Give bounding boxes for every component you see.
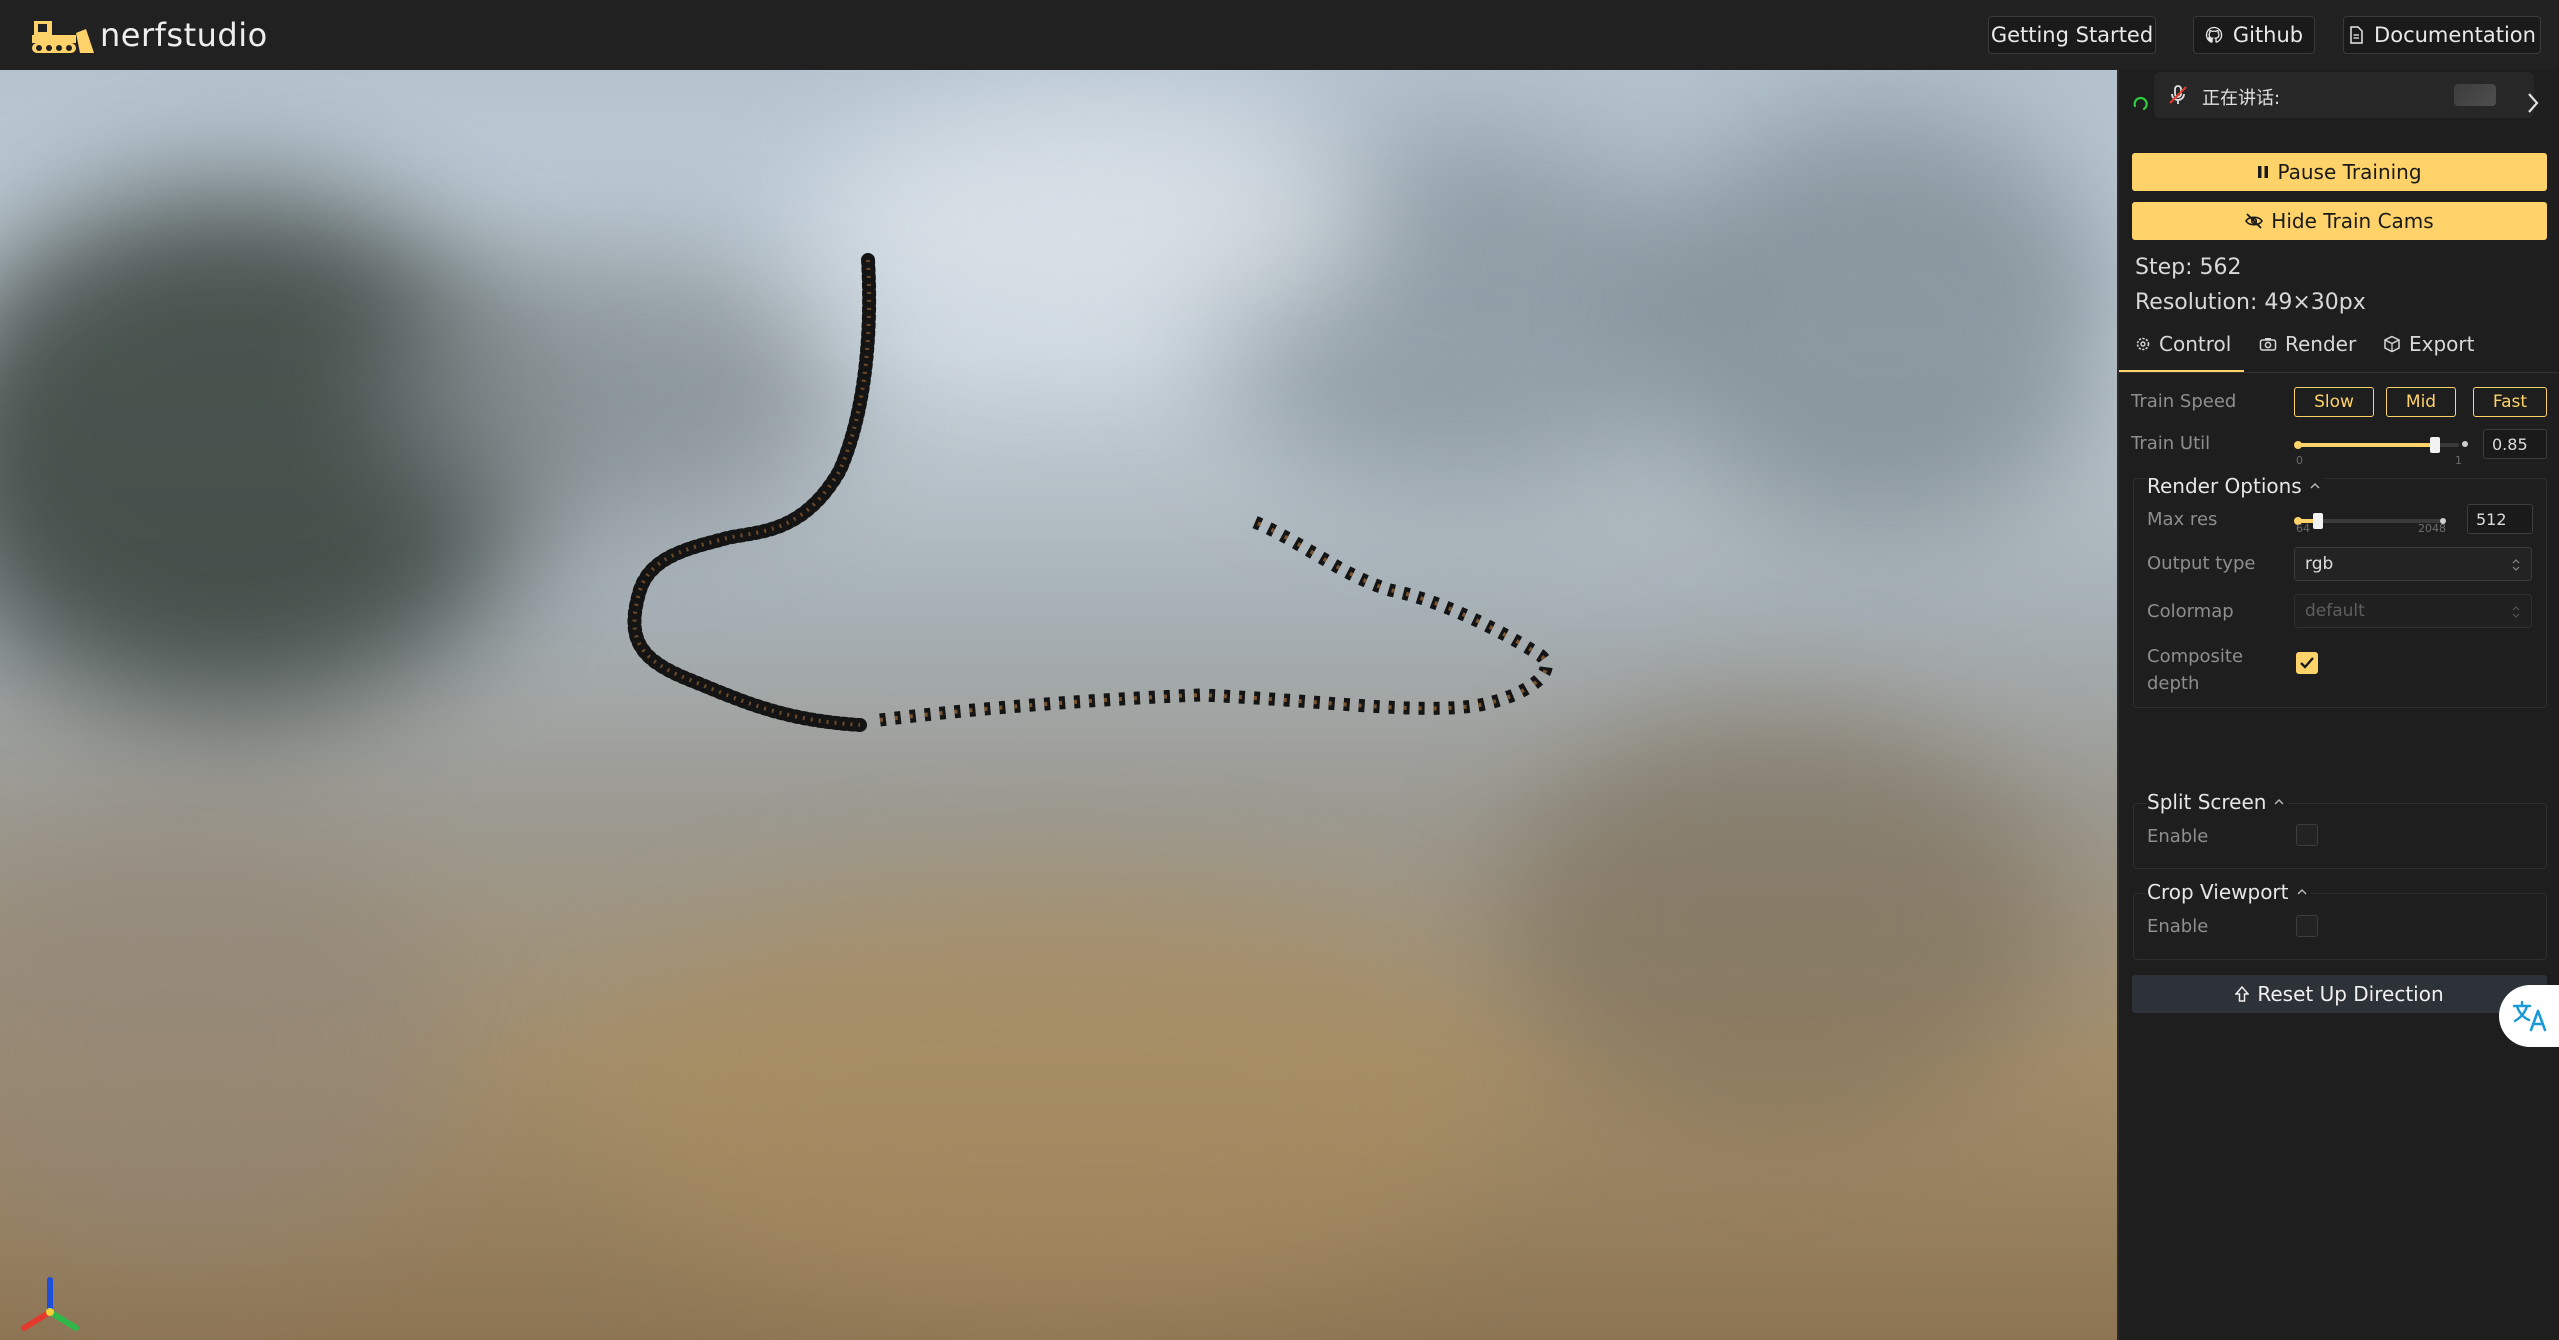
max-res-input[interactable]: 512 <box>2467 504 2533 534</box>
chevron-up-icon <box>2310 483 2320 489</box>
reset-up-direction-button[interactable]: Reset Up Direction <box>2132 975 2547 1013</box>
slider-mark-dot <box>2462 441 2468 447</box>
documentation-label: Documentation <box>2374 23 2536 47</box>
logo-text: nerfstudio <box>100 16 268 54</box>
speed-mid-button[interactable]: Mid <box>2386 387 2456 417</box>
composite-depth-label-line2: depth <box>2147 673 2200 694</box>
translate-button[interactable] <box>2499 985 2559 1047</box>
nerfstudio-logo[interactable]: nerfstudio <box>30 10 268 60</box>
max-res-max: 2048 <box>2418 522 2446 535</box>
chevron-up-icon <box>2297 889 2306 895</box>
colormap-label: Colormap <box>2147 601 2234 622</box>
speed-slow-button[interactable]: Slow <box>2294 387 2374 417</box>
tab-render[interactable]: Render <box>2259 332 2356 356</box>
colormap-value: default <box>2305 601 2365 621</box>
connection-status-icon <box>2133 96 2148 111</box>
tab-control-label: Control <box>2159 332 2232 356</box>
split-screen-title[interactable]: Split Screen <box>2147 790 2289 814</box>
max-res-min: 64 <box>2296 522 2310 535</box>
select-arrows-icon <box>2512 559 2520 571</box>
chevron-up-icon <box>2274 799 2284 805</box>
composite-depth-checkbox[interactable] <box>2296 652 2318 674</box>
axes-gizmo-icon <box>21 1277 79 1331</box>
camera-icon <box>2259 338 2277 351</box>
document-icon <box>2350 26 2363 44</box>
pause-icon <box>2258 166 2269 178</box>
tab-export[interactable]: Export <box>2383 332 2474 356</box>
github-button[interactable]: Github <box>2193 16 2315 54</box>
documentation-button[interactable]: Documentation <box>2343 16 2541 54</box>
train-util-label: Train Util <box>2131 433 2211 454</box>
tab-control[interactable]: Control <box>2135 332 2231 356</box>
train-speed-label: Train Speed <box>2131 391 2237 412</box>
output-type-value: rgb <box>2305 554 2334 574</box>
split-screen-enable-label: Enable <box>2147 826 2209 847</box>
camera-trajectory <box>627 253 1553 732</box>
chevron-right-icon[interactable] <box>2525 92 2541 114</box>
colormap-select[interactable]: default <box>2294 594 2532 628</box>
tab-render-label: Render <box>2285 332 2357 356</box>
select-arrows-icon <box>2512 606 2520 618</box>
crop-viewport-title[interactable]: Crop Viewport <box>2147 880 2311 904</box>
pause-training-label: Pause Training <box>2277 160 2422 184</box>
crop-viewport-enable-label: Enable <box>2147 916 2209 937</box>
render-options-title[interactable]: Render Options <box>2147 474 2324 498</box>
tab-divider <box>2119 372 2559 373</box>
crop-viewport-enable-checkbox[interactable] <box>2296 915 2318 937</box>
checkmark-icon <box>2300 657 2314 669</box>
split-screen-enable-checkbox[interactable] <box>2296 824 2318 846</box>
resolution-readout: Resolution: 49×30px <box>2135 290 2366 315</box>
step-counter: Step: 562 <box>2135 255 2242 280</box>
eye-off-icon <box>2245 213 2264 229</box>
crop-viewport-label: Crop Viewport <box>2147 880 2289 904</box>
hide-train-cams-button[interactable]: Hide Train Cams <box>2132 202 2547 240</box>
gear-icon <box>2136 337 2150 351</box>
github-label: Github <box>2232 23 2304 47</box>
voice-widget[interactable]: 正在讲话: <box>2154 72 2534 118</box>
waveform-icon <box>2454 84 2496 106</box>
github-icon <box>2205 26 2223 43</box>
reset-up-direction-label: Reset Up Direction <box>2257 982 2444 1006</box>
train-util-min: 0 <box>2296 454 2303 467</box>
package-icon <box>2384 335 2400 353</box>
getting-started-button[interactable]: Getting Started <box>1988 16 2156 54</box>
tab-export-label: Export <box>2409 332 2475 356</box>
speed-fast-button[interactable]: Fast <box>2473 387 2547 417</box>
microphone-icon <box>2169 85 2187 104</box>
composite-depth-label-line1: Composite <box>2147 646 2244 667</box>
top-navbar: nerfstudio Getting Started Github Docume… <box>0 0 2559 70</box>
output-type-label: Output type <box>2147 553 2256 574</box>
speaking-label: 正在讲话: <box>2202 88 2281 109</box>
train-util-max: 1 <box>2455 454 2462 467</box>
bulldozer-logo-icon <box>32 21 94 53</box>
control-panel: 正在讲话: Pause Training Hide Train Cams Ste… <box>2117 70 2559 1340</box>
train-util-slider[interactable] <box>2294 437 2459 457</box>
train-util-input[interactable]: 0.85 <box>2483 429 2547 459</box>
split-screen-label: Split Screen <box>2147 790 2267 814</box>
arrow-up-icon <box>2235 986 2250 1002</box>
output-type-select[interactable]: rgb <box>2294 547 2532 581</box>
render-options-label: Render Options <box>2147 474 2302 498</box>
max-res-label: Max res <box>2147 509 2218 530</box>
3d-viewport[interactable] <box>0 70 2117 1340</box>
translate-icon <box>2512 1000 2547 1032</box>
composite-depth-label: Composite depth <box>2147 643 2243 697</box>
getting-started-label: Getting Started <box>1990 23 2154 47</box>
hide-train-cams-label: Hide Train Cams <box>2271 209 2434 233</box>
pause-training-button[interactable]: Pause Training <box>2132 153 2547 191</box>
